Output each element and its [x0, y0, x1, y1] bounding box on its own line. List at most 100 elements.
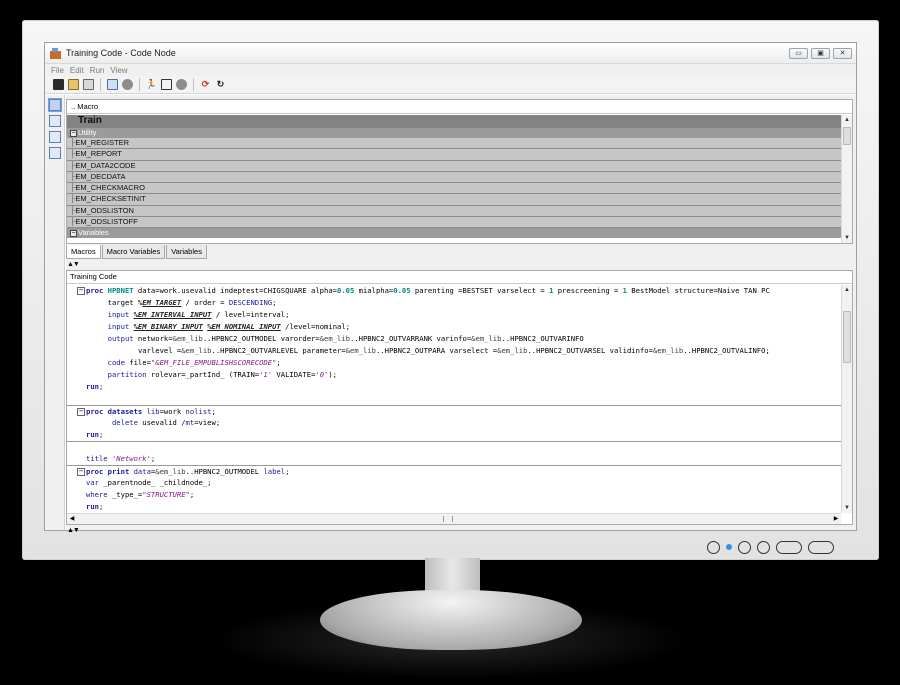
reset-icon[interactable]: ↻	[215, 79, 226, 90]
scroll-up-icon[interactable]: ▲	[842, 115, 852, 125]
tab-variables[interactable]: Variables	[166, 245, 207, 259]
scroll-thumb[interactable]	[843, 311, 851, 363]
left-sidebar	[45, 95, 65, 530]
macro-item-label: EM_CHECKSETINIT	[75, 194, 146, 204]
macro-vertical-scrollbar[interactable]: ▲ ▼	[841, 115, 852, 243]
macro-item[interactable]: ├EM_DECDATA	[67, 171, 841, 184]
code-line: run;	[86, 382, 104, 391]
macro-group-variables[interactable]: − Variables	[67, 228, 841, 239]
code-line: − proc print data=&em_lib..HPBNC2_OUTMODE…	[67, 465, 841, 477]
record-icon[interactable]	[122, 79, 133, 90]
macro-item-label: EM_ODSLISTON	[75, 205, 134, 215]
code-line: run;	[86, 430, 104, 439]
macro-item-label: EM_REGISTER	[75, 138, 130, 147]
scroll-down-icon[interactable]: ▼	[842, 503, 852, 513]
toolbar-separator	[193, 78, 194, 91]
code-line: where _type_="STRUCTURE";	[86, 490, 195, 499]
code-line: target %EM_TARGET / order = DESCENDING;	[107, 298, 277, 307]
code-horizontal-scrollbar[interactable]: ◀ ▶	[67, 513, 841, 524]
macro-panel: .. Macro Train − Utility ├EM_REGISTER ├E…	[66, 99, 853, 244]
panel-splitter[interactable]: ▲▼	[67, 261, 80, 268]
window-title: Training Code - Code Node	[66, 48, 176, 58]
code-editor[interactable]: − proc HPBNET data=work.usevalid indeptes…	[67, 285, 841, 513]
export-icon[interactable]	[68, 79, 79, 90]
macro-item[interactable]: ├EM_REGISTER	[67, 138, 841, 150]
macro-tree: Train − Utility ├EM_REGISTER ├EM_REPORT …	[67, 115, 841, 243]
tab-macro-variables[interactable]: Macro Variables	[101, 245, 166, 259]
macro-tabs: Macros Macro Variables Variables	[66, 245, 207, 259]
code-line: varlevel =&em_lib..HPBNC2_OUTVARLEVEL pa…	[137, 346, 770, 355]
menu-edit[interactable]: Edit	[70, 66, 84, 75]
monitor-controls	[707, 540, 834, 554]
grid-view-icon[interactable]	[48, 115, 61, 127]
code-node-window: Training Code - Code Node ▭ ▣ ✕ File Edi…	[44, 42, 857, 534]
scroll-thumb[interactable]	[843, 127, 851, 145]
refresh-icon[interactable]: ⟳	[200, 79, 211, 90]
document-view-icon[interactable]	[48, 131, 61, 143]
macro-item[interactable]: ├EM_ODSLISTON	[67, 205, 841, 218]
macro-group-label: Utility	[78, 128, 97, 137]
run-icon[interactable]: 🏃	[146, 79, 157, 90]
power-button-icon	[707, 540, 720, 554]
menu-bar: File Edit Run View	[45, 64, 856, 76]
title-bar: Training Code - Code Node ▭ ▣ ✕	[45, 43, 856, 64]
menu-file[interactable]: File	[51, 66, 64, 75]
scroll-grip-icon[interactable]	[443, 516, 453, 522]
macro-view-icon[interactable]	[48, 99, 61, 111]
edit-icon[interactable]	[107, 79, 118, 90]
toolbar-separator	[139, 78, 140, 91]
toolbar: 🏃 ⟳ ↻	[45, 76, 856, 94]
results-icon[interactable]	[161, 79, 172, 90]
fold-icon[interactable]: −	[77, 408, 85, 416]
maximize-button[interactable]: ▣	[811, 47, 830, 59]
fold-icon[interactable]: −	[77, 287, 85, 295]
scroll-up-icon[interactable]: ▲	[842, 285, 852, 295]
macro-group-utility[interactable]: − Utility	[67, 128, 841, 138]
list-view-icon[interactable]	[48, 147, 61, 159]
menu-view[interactable]: View	[110, 66, 127, 75]
collapse-icon[interactable]: −	[70, 129, 77, 137]
code-panel-header: Training Code	[67, 271, 852, 284]
code-line: delete usevalid /mt=view;	[111, 418, 221, 427]
code-line: − proc datasets lib=work nolist;	[67, 405, 841, 417]
collapse-icon[interactable]: −	[70, 229, 77, 237]
monitor-round-button-icon	[738, 540, 751, 554]
code-line: code file="&EM_FILE_EMPUBLISHSCORECODE";	[107, 358, 281, 367]
scroll-right-icon[interactable]: ▶	[831, 514, 841, 524]
code-line: partition rolevar=_partInd_ (TRAIN='1' V…	[107, 370, 338, 379]
code-line: input %EM_INTERVAL_INPUT / level=interva…	[107, 310, 290, 319]
monitor-round-button-icon	[757, 540, 770, 554]
print-icon[interactable]	[83, 79, 94, 90]
save-icon[interactable]	[53, 79, 64, 90]
minimize-button[interactable]: ▭	[789, 47, 808, 59]
menu-run[interactable]: Run	[90, 66, 105, 75]
stop-icon[interactable]	[176, 79, 187, 90]
macro-item-label: EM_DATA2CODE	[75, 160, 136, 170]
code-line: input %EM_BINARY_INPUT %EM_NOMINAL_INPUT…	[107, 322, 351, 331]
macro-item[interactable]: ├EM_REPORT	[67, 149, 841, 161]
code-line	[67, 441, 841, 453]
fold-icon[interactable]: −	[77, 468, 85, 476]
code-panel: Training Code − proc HPBNET data=work.use…	[66, 270, 853, 525]
code-vertical-scrollbar[interactable]: ▲ ▼	[841, 285, 852, 513]
macro-panel-header: .. Macro	[67, 100, 852, 114]
macro-item-label: EM_REPORT	[75, 149, 122, 159]
macro-item[interactable]: ├EM_CHECKSETINIT	[67, 194, 841, 206]
macro-item[interactable]: ├EM_DATA2CODE	[67, 160, 841, 172]
toolbar-separator	[100, 78, 101, 91]
bottom-splitter[interactable]: ▲▼	[67, 527, 80, 534]
macro-item[interactable]: ├EM_ODSLISTOFF	[67, 217, 841, 229]
tab-macros[interactable]: Macros	[66, 245, 101, 259]
app-icon	[50, 47, 61, 59]
macro-item[interactable]: ├EM_CHECKMACRO	[67, 183, 841, 195]
code-line: var _parentnode_ _childnode_;	[86, 478, 212, 487]
content-area: .. Macro Train − Utility ├EM_REGISTER ├E…	[66, 95, 856, 534]
macro-group-label: Variables	[78, 228, 109, 238]
code-line: output network=&em_lib..HPBNC2_OUTMODEL …	[107, 334, 584, 343]
scroll-left-icon[interactable]: ◀	[67, 514, 77, 524]
macro-tree-root[interactable]: Train	[67, 115, 841, 128]
close-button[interactable]: ✕	[833, 47, 852, 59]
scroll-down-icon[interactable]: ▼	[842, 233, 852, 243]
monitor-pill-button-icon	[808, 540, 834, 554]
